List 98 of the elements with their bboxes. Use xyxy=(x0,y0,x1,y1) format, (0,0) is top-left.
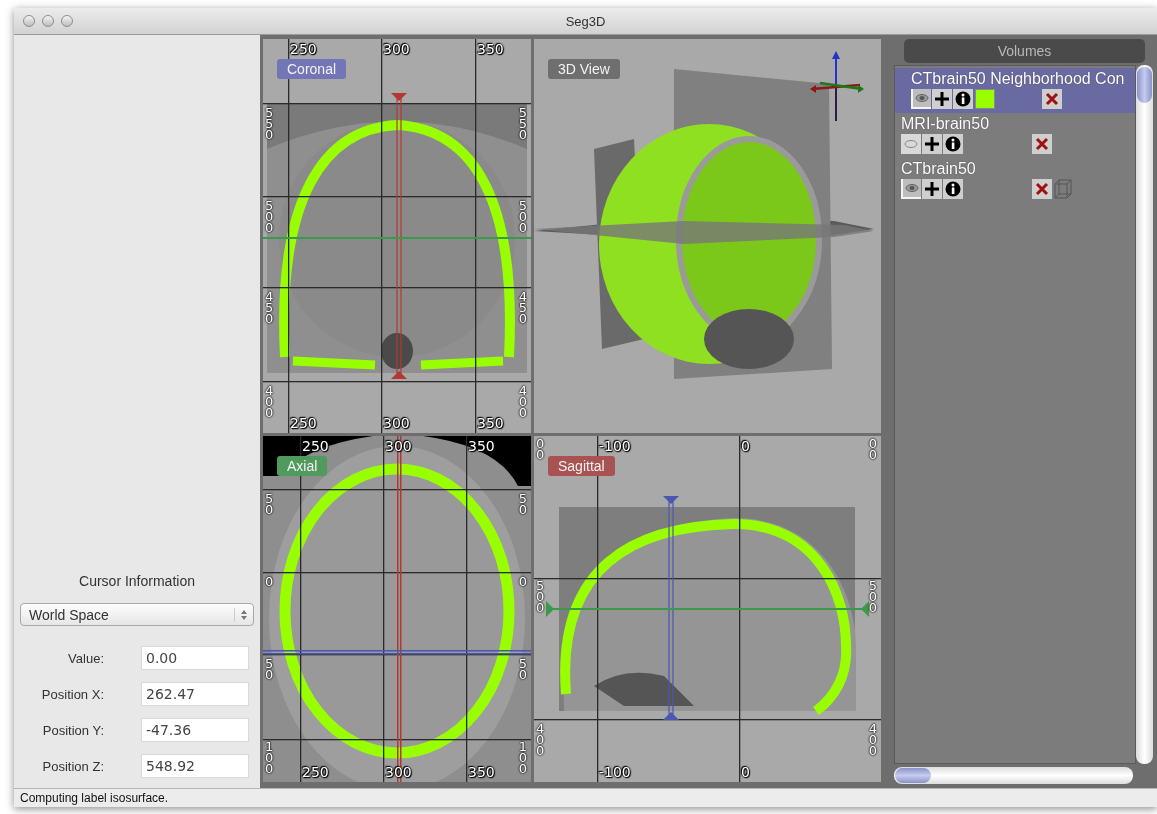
field-label: Position Y: xyxy=(41,722,104,738)
value-field[interactable]: 262.47 xyxy=(141,682,249,706)
orientation-axes-icon xyxy=(808,49,864,123)
axis-tick-label: -100 xyxy=(599,438,631,454)
crosshair-line[interactable] xyxy=(391,93,407,379)
window-control[interactable] xyxy=(23,15,35,27)
axis-tick-label: 50 xyxy=(518,493,527,515)
add-button[interactable] xyxy=(922,179,942,199)
axis-tick-label: 100 xyxy=(265,741,274,774)
window-control[interactable] xyxy=(61,15,73,27)
axis-tick-label: 400 xyxy=(868,723,877,756)
scrollbar-thumb[interactable] xyxy=(895,768,931,783)
horizontal-scrollbar[interactable] xyxy=(894,767,1133,784)
axis-tick-label: 400 xyxy=(265,385,274,418)
slice-viewer[interactable]: 3D View xyxy=(534,39,881,433)
view-label: Sagittal xyxy=(548,456,615,476)
axis-tick-label: 50 xyxy=(518,658,527,680)
axis-tick-label: 0 xyxy=(741,438,750,454)
delete-button[interactable] xyxy=(1042,89,1062,109)
visibility-toggle[interactable] xyxy=(901,134,921,154)
eye-icon xyxy=(915,93,929,103)
value-field[interactable]: 0.00 xyxy=(141,646,249,670)
axis-tick-label: 250 xyxy=(302,764,329,780)
axis-tick-label: 00 xyxy=(536,438,545,460)
view-label: Coronal xyxy=(277,59,347,79)
plus-icon xyxy=(924,136,940,152)
info-button[interactable] xyxy=(943,134,963,154)
axis-tick-label: 250 xyxy=(290,415,317,431)
axis-tick-label: 400 xyxy=(536,723,545,756)
axis-tick-label: 50 xyxy=(265,658,274,680)
field-label: Value: xyxy=(67,650,104,666)
add-button[interactable] xyxy=(922,134,942,154)
axis-tick-label: 0 xyxy=(518,576,527,587)
panel-header: Volumes xyxy=(904,39,1145,63)
volume-item[interactable]: MRI-brain50 xyxy=(895,113,1135,158)
axis-tick-label: 350 xyxy=(468,764,495,780)
info-icon xyxy=(945,136,961,152)
axis-tick-label: 500 xyxy=(265,200,274,233)
axis-tick-label: 450 xyxy=(265,291,274,324)
axis-tick-label: 50 xyxy=(265,493,274,515)
volume-name: CTbrain50 xyxy=(901,160,977,178)
close-icon xyxy=(1035,182,1049,196)
window-title: Seg3D xyxy=(565,13,606,29)
info-icon xyxy=(945,181,961,197)
eye-icon xyxy=(905,183,919,193)
axis-tick-label: 450 xyxy=(518,291,527,324)
info-icon xyxy=(955,91,971,107)
axis-tick-label: -100 xyxy=(599,764,631,780)
volume-item[interactable]: CTbrain50 Neighborhood Con xyxy=(895,68,1135,113)
slice-viewer[interactable]: -100 0 -100 0 00 500 400 00 500 400 Sagittal xyxy=(534,436,881,782)
axis-tick-label: 00 xyxy=(868,438,877,460)
view-label: Axial xyxy=(277,456,328,476)
axis-tick-label: 500 xyxy=(518,200,527,233)
crosshair-line[interactable] xyxy=(663,496,679,720)
info-button[interactable] xyxy=(953,89,973,109)
axis-tick-label: 500 xyxy=(868,580,877,613)
delete-button[interactable] xyxy=(1032,134,1052,154)
plus-icon xyxy=(934,91,950,107)
updown-arrows-icon xyxy=(234,607,249,622)
scrollbar-thumb[interactable] xyxy=(1137,67,1152,103)
vertical-scrollbar[interactable] xyxy=(1136,65,1153,764)
delete-button[interactable] xyxy=(1032,179,1052,199)
visibility-toggle[interactable] xyxy=(901,179,921,199)
axis-tick-label: 300 xyxy=(383,415,410,431)
axis-tick-label: 400 xyxy=(518,385,527,418)
volume-item[interactable]: CTbrain50 xyxy=(895,158,1135,203)
info-button[interactable] xyxy=(943,179,963,199)
visibility-toggle[interactable] xyxy=(911,89,931,109)
axis-tick-label: 100 xyxy=(518,741,527,774)
color-swatch[interactable] xyxy=(975,89,995,109)
view-label: 3D View xyxy=(548,59,620,79)
axis-tick-label: 350 xyxy=(468,438,495,454)
add-button[interactable] xyxy=(932,89,952,109)
value-field[interactable]: -47.36 xyxy=(141,718,249,742)
axis-tick-label: 300 xyxy=(383,41,410,57)
plus-icon xyxy=(924,181,940,197)
axis-tick-label: 250 xyxy=(290,41,317,57)
value-field[interactable]: 548.92 xyxy=(141,754,249,778)
axis-tick-label: 0 xyxy=(741,764,750,780)
window-control[interactable] xyxy=(42,15,54,27)
field-label: Position X: xyxy=(40,686,104,702)
close-icon xyxy=(1045,92,1059,106)
eye-icon xyxy=(904,139,918,149)
volume-name: MRI-brain50 xyxy=(901,115,991,133)
section-title: Cursor Information xyxy=(78,573,196,589)
axis-tick-label: 250 xyxy=(302,438,329,454)
status-bar: Computing label isosurface. xyxy=(14,788,1157,807)
field-label: Position Z: xyxy=(41,758,104,774)
coordinate-space-dropdown[interactable]: World Space xyxy=(20,603,254,626)
close-icon xyxy=(1035,137,1049,151)
slice-viewer[interactable]: 250 300 350 250 300 350 550 500 450 400 550 500 450 400 Coronal xyxy=(263,39,531,433)
axis-tick-label: 350 xyxy=(477,41,504,57)
axis-tick-label: 0 xyxy=(265,576,274,587)
volume-name: CTbrain50 Neighborhood Con xyxy=(911,70,1126,88)
axis-tick-label: 550 xyxy=(265,107,274,140)
axis-tick-label: 500 xyxy=(536,580,545,613)
axis-tick-label: 350 xyxy=(477,415,504,431)
axis-tick-label: 550 xyxy=(518,107,527,140)
